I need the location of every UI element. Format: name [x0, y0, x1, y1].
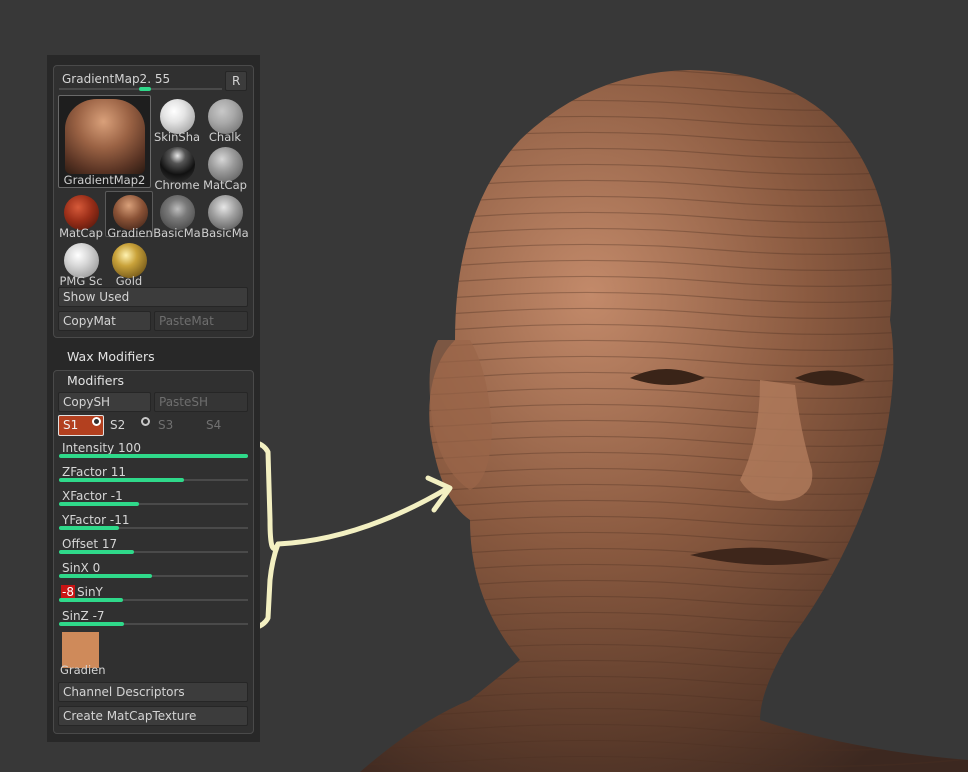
shader-radio-icon — [92, 417, 101, 426]
skinshade-material-icon — [160, 99, 195, 134]
material-swatch[interactable]: MatCap — [57, 192, 105, 240]
siny-value-badge: -8 — [61, 585, 75, 599]
basic-material-icon — [160, 195, 195, 230]
sinx-slider[interactable]: SinX 0 — [59, 561, 248, 585]
basic-material-2-icon — [208, 195, 243, 230]
sinz-slider[interactable]: SinZ -7 — [59, 609, 248, 633]
slider-fill — [59, 574, 152, 578]
material-swatch-selected[interactable]: Gradien — [105, 191, 153, 240]
pmg-scratch-material-icon — [64, 243, 99, 278]
siny-slider[interactable]: -8 SinY — [59, 585, 248, 609]
matcap-red-material-icon — [64, 195, 99, 230]
gradient-swatch-label: Gradien — [60, 663, 106, 677]
modifiers-header[interactable]: Modifiers — [67, 373, 124, 388]
chalk-material-icon — [208, 99, 243, 134]
material-value: 55 — [154, 72, 171, 86]
slider-fill — [59, 526, 119, 530]
annotation-arrow — [235, 438, 453, 633]
material-swatch[interactable]: Chrome — [153, 144, 201, 192]
material-swatch[interactable]: MatCap — [201, 144, 249, 192]
material-name: GradientMap2. — [62, 72, 152, 86]
show-used-button[interactable]: Show Used — [58, 287, 248, 307]
shader-s4[interactable]: S4 — [202, 415, 248, 436]
matcap-gray-material-icon — [208, 147, 243, 182]
material-swatch[interactable]: BasicMa — [201, 192, 249, 240]
material-slider-label: GradientMap2. 55 — [62, 72, 170, 86]
zfactor-slider[interactable]: ZFactor 11 — [59, 465, 248, 489]
slider-fill — [59, 622, 124, 626]
offset-slider[interactable]: Offset 17 — [59, 537, 248, 561]
material-swatch[interactable]: BasicMa — [153, 192, 201, 240]
material-slider[interactable] — [59, 86, 222, 92]
material-swatch[interactable]: Gold — [105, 240, 153, 288]
gradient-preview-icon — [65, 99, 145, 174]
yfactor-slider[interactable]: YFactor -11 — [59, 513, 248, 537]
shader-s3[interactable]: S3 — [154, 415, 200, 436]
paste-mat-button[interactable]: PasteMat — [154, 311, 248, 331]
material-preview[interactable]: GradientMap2 — [58, 95, 151, 188]
intensity-slider[interactable]: Intensity 100 — [59, 441, 248, 465]
gradient-material-icon — [113, 195, 148, 230]
copy-sh-button[interactable]: CopySH — [58, 392, 151, 412]
shader-s2[interactable]: S2 — [106, 415, 152, 436]
material-swatch[interactable]: Chalk — [201, 96, 249, 144]
create-matcap-texture-button[interactable]: Create MatCapTexture — [58, 706, 248, 726]
material-swatch[interactable]: SkinSha — [153, 96, 201, 144]
slider-fill — [59, 454, 248, 458]
material-preview-label: GradientMap2 — [63, 173, 146, 187]
shader-s1[interactable]: S1 — [58, 415, 104, 436]
material-swatch[interactable]: PMG Sc — [57, 240, 105, 288]
paste-sh-button[interactable]: PasteSH — [154, 392, 248, 412]
r-button[interactable]: R — [225, 71, 247, 91]
copy-mat-button[interactable]: CopyMat — [58, 311, 151, 331]
wax-modifiers-header[interactable]: Wax Modifiers — [67, 349, 155, 364]
gold-material-icon — [112, 243, 147, 278]
shader-radio-icon — [141, 417, 150, 426]
slider-fill — [59, 478, 184, 482]
slider-fill — [59, 598, 123, 602]
head-render — [360, 70, 968, 772]
channel-descriptors-button[interactable]: Channel Descriptors — [58, 682, 248, 702]
slider-fill — [59, 550, 134, 554]
chrome-material-icon — [160, 147, 195, 182]
xfactor-slider[interactable]: XFactor -1 — [59, 489, 248, 513]
slider-fill — [59, 502, 139, 506]
